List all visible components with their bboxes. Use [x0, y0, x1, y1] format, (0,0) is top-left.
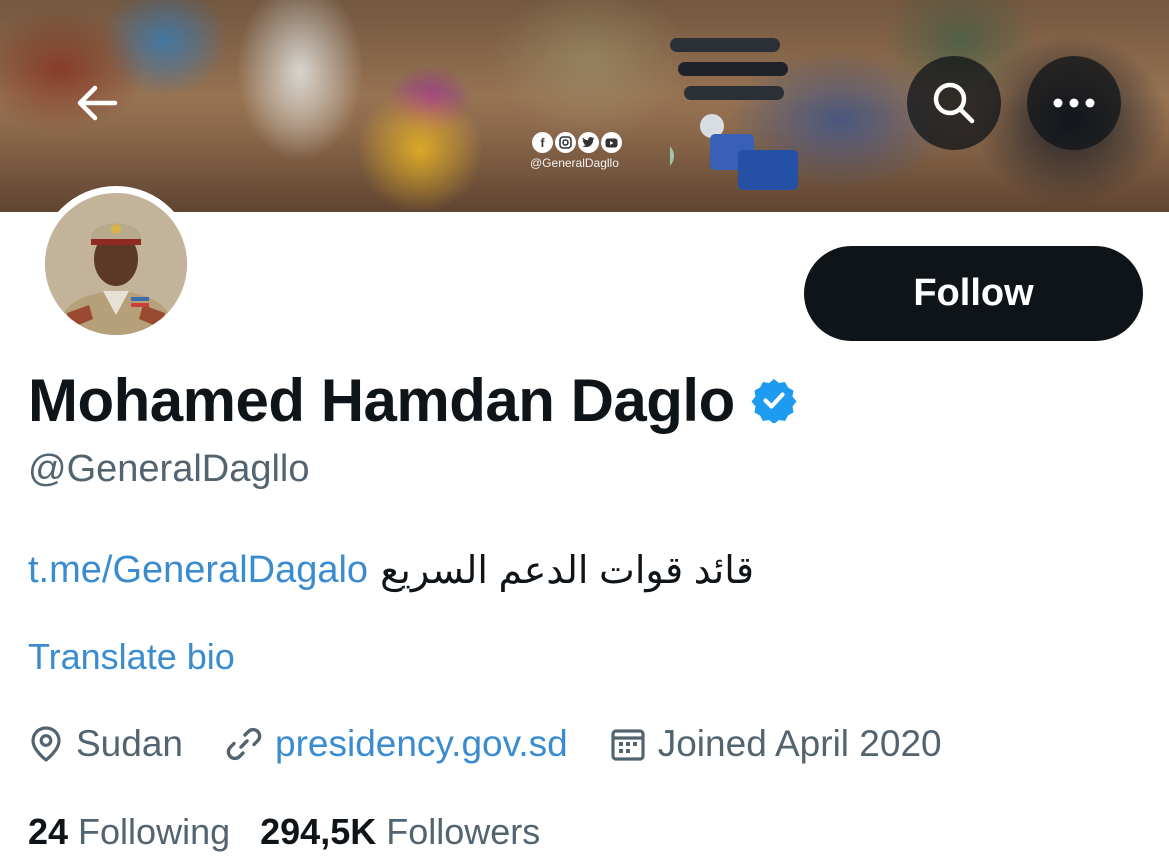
- search-button[interactable]: [907, 56, 1001, 150]
- calendar-icon: [611, 729, 645, 761]
- bio-text: قائد قوات الدعم السريع: [380, 550, 754, 592]
- profile-meta: Sudan presidency.gov.sd Joined April 202…: [28, 718, 984, 770]
- following-stat[interactable]: 24 Following: [28, 811, 230, 853]
- bio: t.me/GeneralDagalo قائد قوات الدعم السري…: [28, 548, 754, 593]
- more-horizontal-icon: [1053, 98, 1095, 108]
- following-label: Following: [78, 811, 231, 852]
- verified-badge-icon[interactable]: [751, 377, 797, 423]
- arrow-left-icon: [77, 85, 118, 121]
- social-icons: f: [532, 132, 650, 153]
- instagram-icon: [555, 132, 576, 153]
- social-watermark: f @GeneralDagllo: [530, 132, 650, 170]
- more-options-button[interactable]: [1027, 56, 1121, 150]
- back-button[interactable]: [50, 56, 144, 150]
- followers-label: Followers: [386, 811, 541, 852]
- location-pin-icon: [31, 726, 61, 762]
- link-icon: [226, 727, 262, 761]
- microphones-image: [670, 38, 798, 190]
- followers-stat[interactable]: 294,5K Followers: [260, 811, 540, 853]
- watermark-handle: @GeneralDagllo: [530, 156, 619, 170]
- avatar-frame[interactable]: [38, 186, 194, 342]
- join-date-text: Joined April 2020: [657, 723, 942, 764]
- display-name: Mohamed Hamdan Daglo: [28, 366, 735, 434]
- user-handle: @GeneralDagllo: [28, 448, 310, 490]
- profile-page: f @GeneralDagllo Follow Mohamed Hamdan D…: [0, 0, 1169, 860]
- location: Sudan: [28, 723, 183, 765]
- followers-count: 294,5K: [260, 811, 377, 852]
- youtube-icon: [601, 132, 622, 153]
- search-icon: [933, 82, 975, 124]
- following-count: 24: [28, 811, 69, 852]
- website[interactable]: presidency.gov.sd: [225, 723, 568, 765]
- profile-banner[interactable]: f @GeneralDagllo: [0, 0, 1169, 212]
- website-link[interactable]: presidency.gov.sd: [275, 723, 568, 765]
- join-date: Joined April 2020: [610, 723, 942, 765]
- translate-bio-link[interactable]: Translate bio: [28, 636, 235, 678]
- facebook-icon: f: [532, 132, 553, 153]
- name-row: Mohamed Hamdan Daglo: [28, 364, 797, 436]
- avatar[interactable]: [45, 193, 187, 335]
- bio-link[interactable]: t.me/GeneralDagalo: [28, 549, 368, 592]
- avatar-image: [45, 193, 187, 335]
- location-text: Sudan: [76, 723, 183, 764]
- follow-button[interactable]: Follow: [804, 246, 1143, 341]
- twitter-icon: [578, 132, 599, 153]
- follow-stats: 24 Following 294,5K Followers: [28, 806, 570, 858]
